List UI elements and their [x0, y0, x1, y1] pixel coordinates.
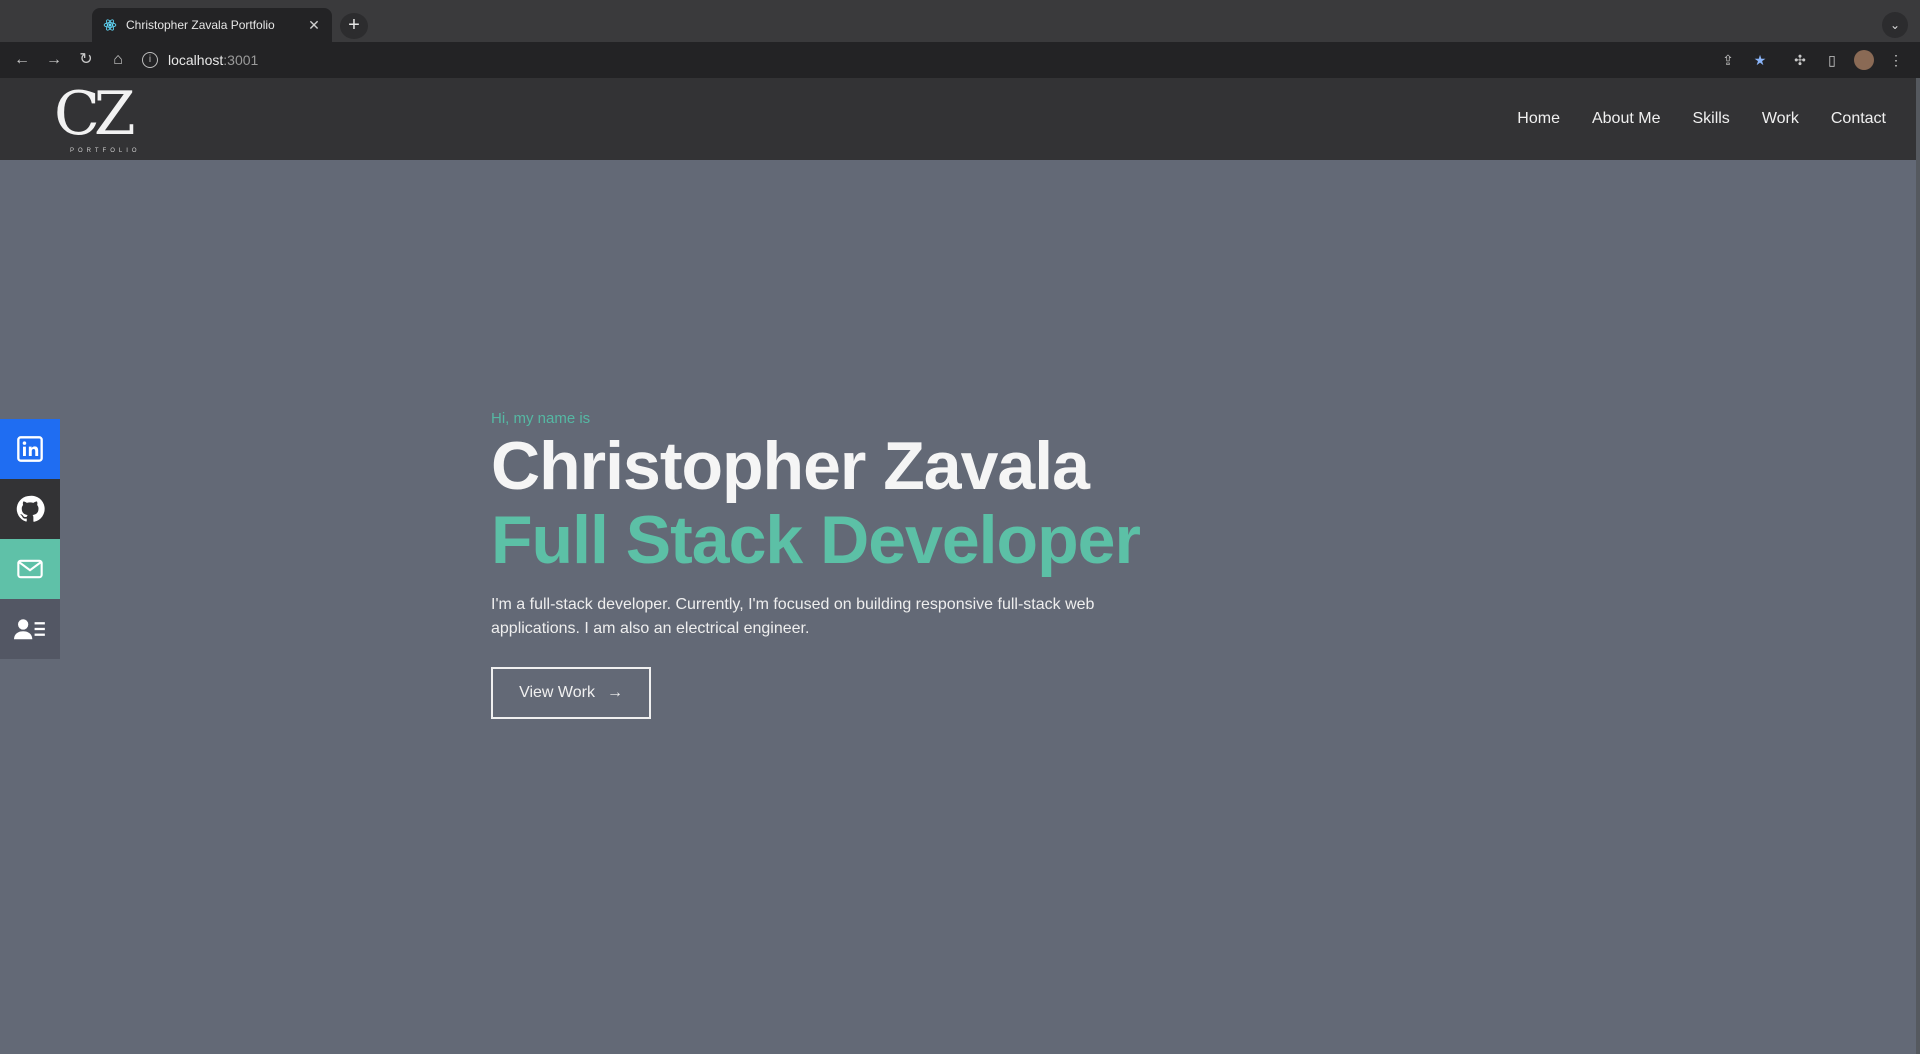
logo-mark: CZ: [54, 79, 136, 149]
home-icon[interactable]: ⌂: [108, 50, 128, 70]
nav-skills[interactable]: Skills: [1692, 110, 1729, 128]
site-info-icon[interactable]: i: [142, 52, 158, 68]
linkedin-icon: [17, 436, 43, 462]
bookmark-star-icon[interactable]: ★: [1750, 50, 1770, 70]
reload-icon[interactable]: ↻: [76, 50, 96, 70]
tab-title: Christopher Zavala Portfolio: [126, 18, 275, 32]
browser-tab[interactable]: Christopher Zavala Portfolio ✕: [92, 8, 332, 42]
hero-role: Full Stack Developer: [491, 502, 1141, 578]
hero-name: Christopher Zavala: [491, 428, 1090, 504]
hero-description: I'm a full-stack developer. Currently, I…: [491, 596, 1095, 637]
nav-contact[interactable]: Contact: [1831, 110, 1886, 128]
nav-menu: Home About Me Skills Work Contact: [1517, 78, 1886, 160]
resume-icon: [14, 619, 45, 640]
hero-section: Hi, my name is Christopher Zavala Full S…: [491, 410, 1291, 719]
react-favicon-icon: [102, 17, 118, 33]
page-scrollbar[interactable]: [1916, 78, 1920, 1054]
email-link[interactable]: [0, 539, 60, 599]
side-panel-icon[interactable]: ▯: [1822, 50, 1842, 70]
view-work-button[interactable]: View Work →: [491, 667, 651, 719]
view-work-label: View Work: [519, 684, 595, 701]
logo-subtitle: PORTFOLIO: [70, 148, 141, 154]
nav-about-me[interactable]: About Me: [1592, 110, 1660, 128]
profile-avatar[interactable]: [1854, 50, 1874, 70]
browser-tab-strip: Christopher Zavala Portfolio ✕ + ⌄: [0, 0, 1920, 42]
nav-work[interactable]: Work: [1762, 110, 1799, 128]
resume-link[interactable]: [0, 599, 60, 659]
nav-home[interactable]: Home: [1517, 110, 1560, 128]
tab-search-button[interactable]: ⌄: [1882, 12, 1908, 38]
mail-icon: [17, 559, 43, 579]
browser-menu-icon[interactable]: ⋮: [1886, 50, 1906, 70]
page-viewport: CZ PORTFOLIO Home About Me Skills Work C…: [0, 78, 1920, 1054]
arrow-right-icon: →: [606, 684, 623, 701]
close-tab-icon[interactable]: ✕: [306, 17, 322, 33]
url-host: localhost: [168, 52, 224, 68]
hero-greeting: Hi, my name is: [491, 410, 591, 427]
url-port: :3001: [223, 52, 259, 68]
browser-toolbar: ← → ↻ ⌂ i localhost:3001 ⇪ ★ ✣ ▯ ⋮: [0, 42, 1920, 78]
back-icon[interactable]: ←: [12, 50, 32, 70]
site-logo[interactable]: CZ PORTFOLIO: [54, 82, 138, 158]
share-icon[interactable]: ⇪: [1718, 50, 1738, 70]
forward-icon[interactable]: →: [44, 50, 64, 70]
new-tab-button[interactable]: +: [340, 13, 368, 39]
linkedin-link[interactable]: [0, 419, 60, 479]
github-link[interactable]: [0, 479, 60, 539]
github-icon: [16, 495, 45, 522]
site-navbar: CZ PORTFOLIO Home About Me Skills Work C…: [0, 78, 1920, 160]
social-sidebar: [0, 419, 60, 659]
address-bar[interactable]: i localhost:3001: [142, 46, 258, 74]
extensions-icon[interactable]: ✣: [1790, 50, 1810, 70]
